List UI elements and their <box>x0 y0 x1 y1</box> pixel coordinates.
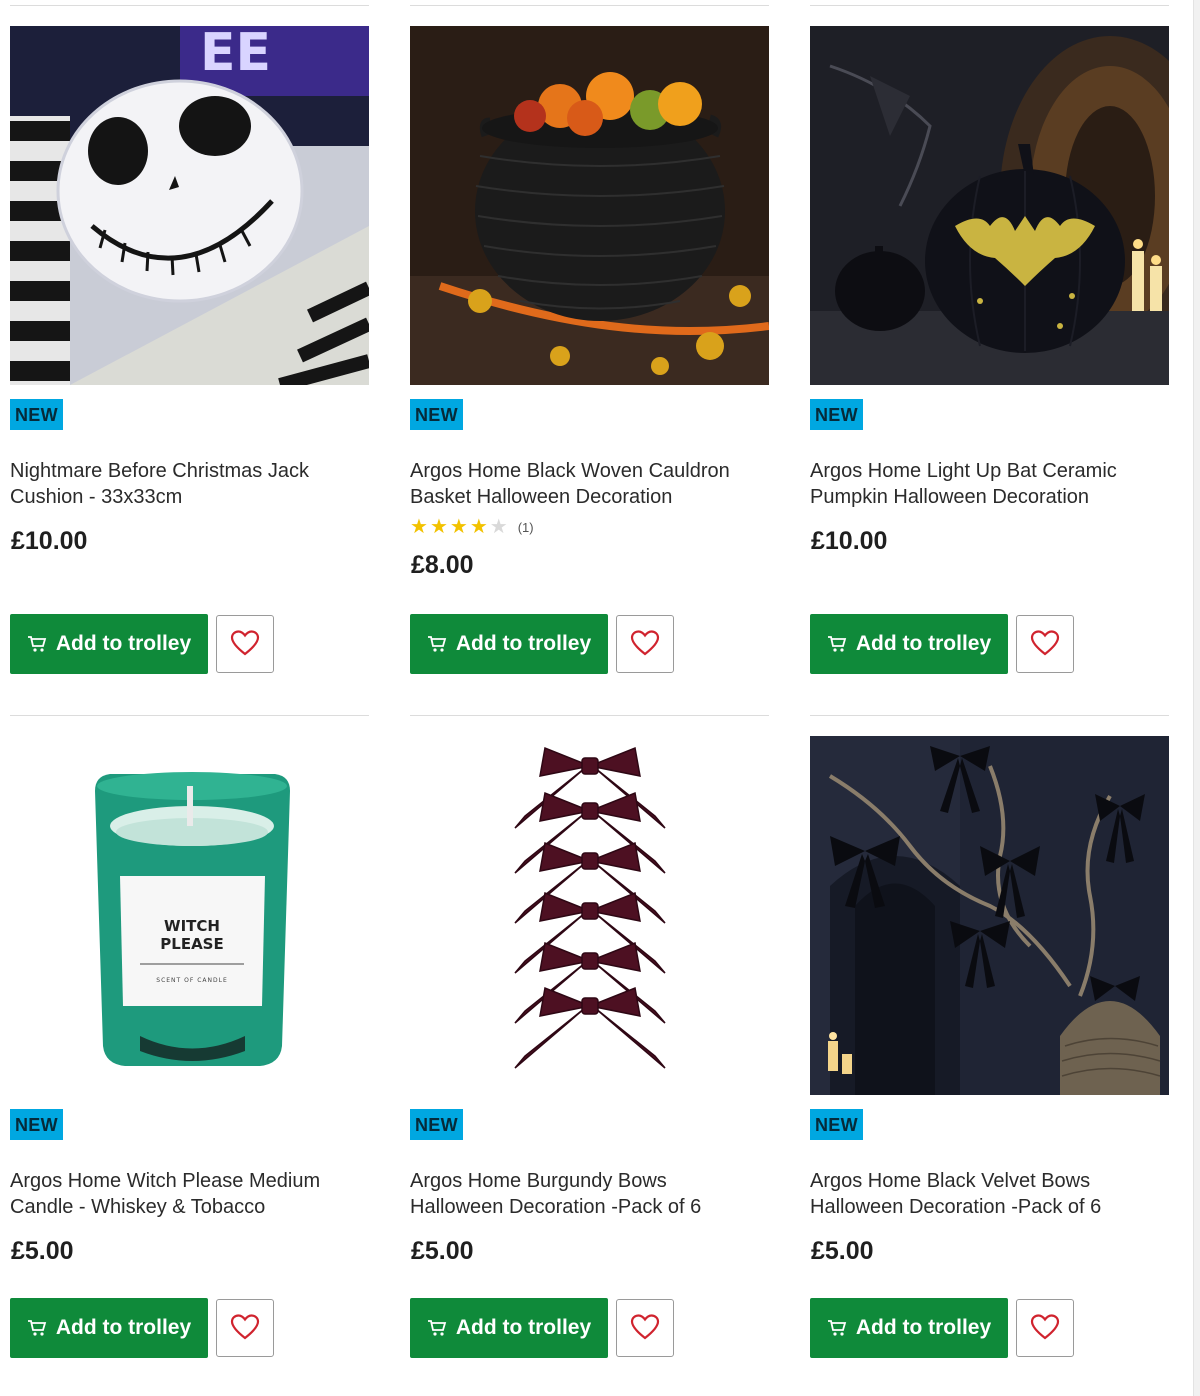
add-to-trolley-button[interactable]: Add to trolley <box>410 614 608 674</box>
product-actions: Add to trolley <box>810 1298 1074 1358</box>
card-divider <box>410 715 769 716</box>
product-card: NEW Argos Home Burgundy Bows Halloween D… <box>410 700 769 1396</box>
candle-label-subtext: SCENT OF CANDLE <box>156 977 227 984</box>
product-image[interactable] <box>810 736 1169 1095</box>
add-to-trolley-button[interactable]: Add to trolley <box>810 1298 1008 1358</box>
star-rating[interactable]: ★ ★ ★ ★ ★ (1) <box>410 516 534 538</box>
card-divider <box>810 5 1169 6</box>
trolley-icon <box>827 635 847 653</box>
candle-label-line1: WITCH <box>164 917 220 935</box>
wishlist-button[interactable] <box>1016 1299 1074 1357</box>
product-price: £5.00 <box>411 1237 474 1265</box>
product-image[interactable]: WITCH PLEASE SCENT OF CANDLE <box>10 736 369 1095</box>
product-card: NEW Argos Home Light Up Bat Ceramic Pump… <box>810 0 1169 700</box>
wishlist-button[interactable] <box>616 1299 674 1357</box>
new-badge: NEW <box>410 1109 463 1140</box>
product-card: EE NEW Nightmare Before Christmas Jack C… <box>10 0 369 700</box>
heart-icon <box>1030 1313 1060 1344</box>
review-count[interactable]: (1) <box>518 520 534 535</box>
product-card: NEW Argos Home Black Woven Cauldron Bask… <box>410 0 769 700</box>
product-image[interactable] <box>410 26 769 385</box>
trolley-icon <box>27 1319 47 1337</box>
product-title[interactable]: Argos Home Witch Please Medium Candle - … <box>10 1168 350 1220</box>
product-title[interactable]: Nightmare Before Christmas Jack Cushion … <box>10 458 350 510</box>
trolley-icon <box>827 1319 847 1337</box>
product-actions: Add to trolley <box>410 614 674 674</box>
new-badge: NEW <box>10 1109 63 1140</box>
new-badge: NEW <box>10 399 63 430</box>
add-to-trolley-label: Add to trolley <box>455 632 592 655</box>
add-to-trolley-button[interactable]: Add to trolley <box>810 614 1008 674</box>
add-to-trolley-button[interactable]: Add to trolley <box>410 1298 608 1358</box>
product-actions: Add to trolley <box>410 1298 674 1358</box>
product-actions: Add to trolley <box>10 614 274 674</box>
star-icon: ★ <box>449 516 468 538</box>
card-divider <box>410 5 769 6</box>
trolley-icon <box>27 635 47 653</box>
heart-icon <box>230 1313 260 1344</box>
heart-icon <box>230 629 260 660</box>
product-image[interactable]: EE <box>10 26 369 385</box>
product-title[interactable]: Argos Home Burgundy Bows Halloween Decor… <box>410 1168 750 1220</box>
product-price: £10.00 <box>811 527 888 555</box>
card-divider <box>10 5 369 6</box>
wishlist-button[interactable] <box>216 1299 274 1357</box>
product-price: £5.00 <box>11 1237 74 1265</box>
wishlist-button[interactable] <box>616 615 674 673</box>
product-card: NEW Argos Home Black Velvet Bows Hallowe… <box>810 700 1169 1396</box>
page-scrollbar[interactable] <box>1193 0 1200 1396</box>
wishlist-button[interactable] <box>216 615 274 673</box>
candle-label-line2: PLEASE <box>160 935 223 953</box>
star-icon: ★ <box>429 516 448 538</box>
star-icon: ★ <box>469 516 488 538</box>
product-title[interactable]: Argos Home Black Woven Cauldron Basket H… <box>410 458 750 510</box>
star-icon: ★ <box>489 516 508 538</box>
product-price: £10.00 <box>11 527 88 555</box>
add-to-trolley-button[interactable]: Add to trolley <box>10 1298 208 1358</box>
product-grid: EE NEW Nightmare Before Christmas Jack C… <box>10 0 1169 1396</box>
product-actions: Add to trolley <box>10 1298 274 1358</box>
star-icon: ★ <box>410 516 428 538</box>
add-to-trolley-button[interactable]: Add to trolley <box>10 614 208 674</box>
svg-text:EE: EE <box>200 26 271 83</box>
product-price: £5.00 <box>811 1237 874 1265</box>
trolley-icon <box>427 635 447 653</box>
product-card: WITCH PLEASE SCENT OF CANDLE NEW Argos H… <box>10 700 369 1396</box>
product-actions: Add to trolley <box>810 614 1074 674</box>
new-badge: NEW <box>810 399 863 430</box>
new-badge: NEW <box>810 1109 863 1140</box>
add-to-trolley-label: Add to trolley <box>855 632 992 655</box>
product-title[interactable]: Argos Home Black Velvet Bows Halloween D… <box>810 1168 1150 1220</box>
add-to-trolley-label: Add to trolley <box>55 632 192 655</box>
add-to-trolley-label: Add to trolley <box>55 1316 192 1339</box>
product-price: £8.00 <box>411 551 474 579</box>
add-to-trolley-label: Add to trolley <box>855 1316 992 1339</box>
trolley-icon <box>427 1319 447 1337</box>
product-image[interactable] <box>410 736 769 1095</box>
heart-icon <box>1030 629 1060 660</box>
product-title[interactable]: Argos Home Light Up Bat Ceramic Pumpkin … <box>810 458 1150 510</box>
heart-icon <box>630 1313 660 1344</box>
wishlist-button[interactable] <box>1016 615 1074 673</box>
add-to-trolley-label: Add to trolley <box>455 1316 592 1339</box>
card-divider <box>810 715 1169 716</box>
card-divider <box>10 715 369 716</box>
heart-icon <box>630 629 660 660</box>
product-image[interactable] <box>810 26 1169 385</box>
new-badge: NEW <box>410 399 463 430</box>
